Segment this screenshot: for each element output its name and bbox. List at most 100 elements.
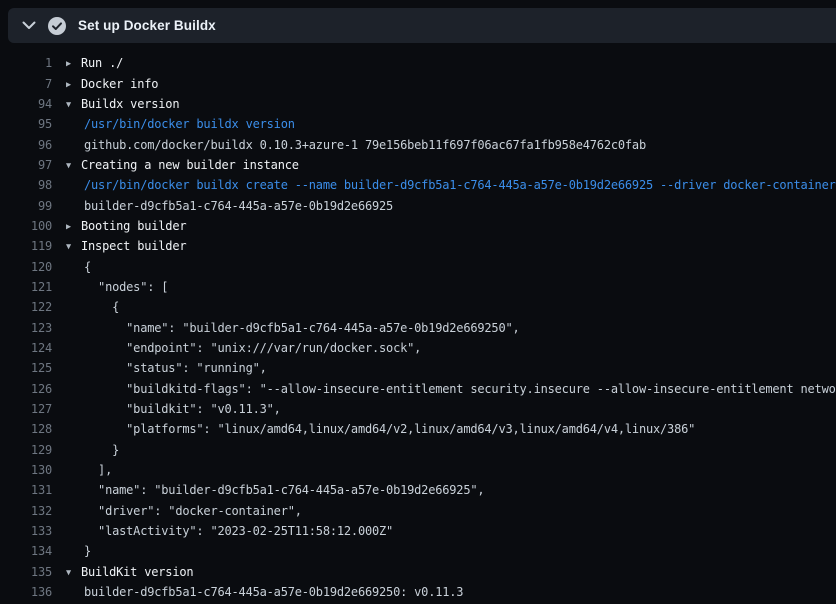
line-number[interactable]: 127 [0, 402, 52, 416]
log-line: 96 github.com/docker/buildx 0.10.3+azure-… [0, 134, 836, 154]
log-output-text: { [84, 300, 119, 314]
log-line: 130 ], [0, 460, 836, 480]
line-number[interactable]: 134 [0, 544, 52, 558]
log-output-text: "buildkit": "v0.11.3", [84, 402, 281, 416]
log-line: 135 ▼BuildKit version [0, 562, 836, 582]
log-output-text: "buildkitd-flags": "--allow-insecure-ent… [84, 382, 836, 396]
log-line: 134} [0, 541, 836, 561]
log-line: 7 ▶Docker info [0, 73, 836, 93]
log-output-text: ], [84, 463, 112, 477]
log-command-text: /usr/bin/docker buildx version [84, 117, 295, 131]
log-line: 131 "name": "builder-d9cfb5a1-c764-445a-… [0, 480, 836, 500]
log-line: 95/usr/bin/docker buildx version [0, 114, 836, 134]
line-number[interactable]: 135 [0, 565, 52, 579]
log-line: 124 "endpoint": "unix:///var/run/docker.… [0, 338, 836, 358]
log-line: 127 "buildkit": "v0.11.3", [0, 399, 836, 419]
log-line: 121 "nodes": [ [0, 277, 836, 297]
triangle-down-icon[interactable]: ▼ [66, 161, 81, 171]
log-lines: 1▶Run ./7▶Docker info94▼Buildx version95… [0, 53, 836, 602]
log-output-text: "name": "builder-d9cfb5a1-c764-445a-a57e… [84, 483, 484, 497]
log-output-text: "nodes": [ [84, 280, 168, 294]
log-line: 128 "platforms": "linux/amd64,linux/amd6… [0, 419, 836, 439]
log-group-title[interactable]: ▼Buildx version [66, 97, 179, 111]
line-number[interactable]: 123 [0, 321, 52, 335]
log-line: 99 builder-d9cfb5a1-c764-445a-a57e-0b19d2… [0, 195, 836, 215]
check-circle-icon [48, 17, 66, 35]
log-line: 125 "status": "running", [0, 358, 836, 378]
log-line: 98/usr/bin/docker buildx create --name b… [0, 175, 836, 195]
log-line: 100 ▶Booting builder [0, 216, 836, 236]
line-number[interactable]: 120 [0, 260, 52, 274]
line-number[interactable]: 132 [0, 504, 52, 518]
log-command-text: /usr/bin/docker buildx create --name bui… [84, 178, 836, 192]
log-line: 94 ▼Buildx version [0, 94, 836, 114]
log-group-title[interactable]: ▼Inspect builder [66, 239, 186, 253]
log-line: 97 ▼Creating a new builder instance [0, 155, 836, 175]
chevron-down-icon[interactable] [16, 18, 42, 34]
log-output-text: "name": "builder-d9cfb5a1-c764-445a-a57e… [84, 321, 520, 335]
line-number[interactable]: 7 [0, 77, 52, 91]
line-number[interactable]: 99 [0, 199, 52, 213]
step-header[interactable]: Set up Docker Buildx [8, 8, 836, 43]
line-number[interactable]: 96 [0, 138, 52, 152]
log-group-title[interactable]: ▼BuildKit version [66, 565, 193, 579]
triangle-right-icon[interactable]: ▶ [66, 222, 81, 232]
log-line: 133 "lastActivity": "2023-02-25T11:58:12… [0, 521, 836, 541]
triangle-down-icon[interactable]: ▼ [66, 242, 81, 252]
line-number[interactable]: 126 [0, 382, 52, 396]
line-number[interactable]: 122 [0, 300, 52, 314]
log-group-label: Docker info [81, 77, 158, 91]
line-number[interactable]: 133 [0, 524, 52, 538]
line-number[interactable]: 124 [0, 341, 52, 355]
log-output-text: "lastActivity": "2023-02-25T11:58:12.000… [84, 524, 393, 538]
line-number[interactable]: 129 [0, 443, 52, 457]
log-line: 1 ▶Run ./ [0, 53, 836, 73]
log-group-title[interactable]: ▶Run ./ [66, 56, 123, 70]
log-group-label: Booting builder [81, 219, 186, 233]
line-number[interactable]: 128 [0, 422, 52, 436]
log-group-label: Inspect builder [81, 239, 186, 253]
line-number[interactable]: 97 [0, 158, 52, 172]
triangle-down-icon[interactable]: ▼ [66, 568, 81, 578]
log-line: 120 { [0, 256, 836, 276]
log-group-label: Creating a new builder instance [81, 158, 299, 172]
log-output-text: builder-d9cfb5a1-c764-445a-a57e-0b19d2e6… [84, 199, 393, 213]
triangle-down-icon[interactable]: ▼ [66, 100, 81, 110]
log-group-label: BuildKit version [81, 565, 193, 579]
log-line: 136 builder-d9cfb5a1-c764-445a-a57e-0b19d… [0, 582, 836, 602]
line-number[interactable]: 121 [0, 280, 52, 294]
log-group-label: Run ./ [81, 56, 123, 70]
log-output-text: builder-d9cfb5a1-c764-445a-a57e-0b19d2e6… [84, 585, 463, 599]
log-group-title[interactable]: ▼Creating a new builder instance [66, 158, 299, 172]
line-number[interactable]: 119 [0, 239, 52, 253]
log-output-text: "endpoint": "unix:///var/run/docker.sock… [84, 341, 421, 355]
line-number[interactable]: 136 [0, 585, 52, 599]
line-number[interactable]: 94 [0, 97, 52, 111]
line-number[interactable]: 98 [0, 178, 52, 192]
triangle-right-icon[interactable]: ▶ [66, 80, 81, 90]
log-line: 126 "buildkitd-flags": "--allow-insecure… [0, 379, 836, 399]
log-output-text: } [84, 443, 119, 457]
line-number[interactable]: 130 [0, 463, 52, 477]
log-output-text: github.com/docker/buildx 0.10.3+azure-1 … [84, 138, 646, 152]
step-title: Set up Docker Buildx [78, 18, 216, 33]
log-output-text: { [84, 260, 91, 274]
log-output-text: "platforms": "linux/amd64,linux/amd64/v2… [84, 422, 695, 436]
triangle-right-icon[interactable]: ▶ [66, 59, 81, 69]
log-output-text: "status": "running", [84, 361, 267, 375]
log-line: 132 "driver": "docker-container", [0, 501, 836, 521]
log-line: 122 { [0, 297, 836, 317]
line-number[interactable]: 95 [0, 117, 52, 131]
log-output-text: } [84, 544, 91, 558]
log-line: 129 } [0, 440, 836, 460]
line-number[interactable]: 1 [0, 56, 52, 70]
line-number[interactable]: 100 [0, 219, 52, 233]
log-group-title[interactable]: ▶Booting builder [66, 219, 186, 233]
line-number[interactable]: 125 [0, 361, 52, 375]
log-group-title[interactable]: ▶Docker info [66, 77, 158, 91]
log-output-text: "driver": "docker-container", [84, 504, 302, 518]
log-line: 123 "name": "builder-d9cfb5a1-c764-445a-… [0, 317, 836, 337]
line-number[interactable]: 131 [0, 483, 52, 497]
log-group-label: Buildx version [81, 97, 179, 111]
log-line: 119 ▼Inspect builder [0, 236, 836, 256]
